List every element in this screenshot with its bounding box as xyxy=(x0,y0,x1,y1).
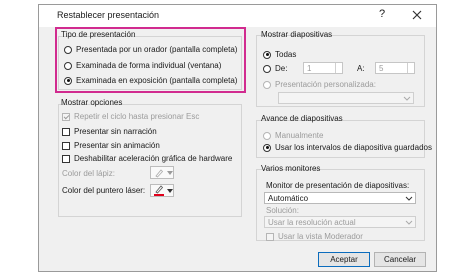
show-options-title: Mostrar opciones xyxy=(61,98,123,107)
dialog-title: Restablecer presentación xyxy=(57,10,160,20)
pen-icon xyxy=(155,169,164,178)
title-bar: Restablecer presentación ? xyxy=(39,5,436,27)
custom-show-select[interactable] xyxy=(278,92,414,104)
resolution-value: Usar la resolución actual xyxy=(268,218,356,227)
radio-saved-timings[interactable]: Usar los intervalos de diapositiva guard… xyxy=(263,143,432,152)
close-icon[interactable] xyxy=(409,7,425,23)
radio-button[interactable] xyxy=(263,80,271,89)
from-slide-value: 1 xyxy=(307,64,312,73)
checkbox[interactable] xyxy=(62,112,70,121)
monitor-label: Monitor de presentación de diapositivas: xyxy=(266,181,410,190)
spinner-arrows[interactable] xyxy=(407,63,414,73)
radio-label: De: xyxy=(275,64,288,73)
radio-button[interactable] xyxy=(263,64,271,73)
radio-label: Usar los intervalos de diapositiva guard… xyxy=(275,143,432,152)
radio-manual[interactable]: Manualmente xyxy=(263,131,323,140)
dropdown-arrow-icon xyxy=(167,189,173,193)
advance-slides-title: Avance de diapositivas xyxy=(261,114,343,123)
checkbox[interactable] xyxy=(62,154,70,163)
radio-label: Todas xyxy=(275,50,297,59)
pointer-color-button[interactable] xyxy=(150,184,174,197)
pointer-color-swatch xyxy=(154,194,164,196)
chevron-down-icon xyxy=(405,196,413,201)
checkbox-label: Usar la vista Moderador xyxy=(278,232,363,241)
spinner-arrows[interactable] xyxy=(335,63,342,73)
check-disable-hw-accel[interactable]: Deshabilitar aceleración gráfica de hard… xyxy=(62,154,232,163)
pen-color-button[interactable] xyxy=(150,166,174,179)
radio-label: Manualmente xyxy=(275,131,324,140)
pen-color-label: Color del lápiz: xyxy=(62,169,115,178)
radio-button[interactable] xyxy=(263,143,271,152)
resolution-label: Solución: xyxy=(266,206,299,215)
resolution-select[interactable]: Usar la resolución actual xyxy=(264,216,416,228)
checkbox[interactable] xyxy=(62,127,70,136)
checkbox[interactable] xyxy=(266,232,274,241)
checkbox-label: Presentar sin narración xyxy=(74,127,157,136)
dropdown-arrow-icon xyxy=(167,171,173,175)
accept-button[interactable]: Aceptar xyxy=(318,252,370,267)
chevron-down-icon xyxy=(405,220,413,225)
checkbox-label: Deshabilitar aceleración gráfica de hard… xyxy=(74,154,233,163)
radio-custom-show[interactable]: Presentación personalizada: xyxy=(263,80,376,89)
monitor-value: Automático xyxy=(268,194,309,203)
to-slide-label: A: xyxy=(357,64,365,73)
monitor-select[interactable]: Automático xyxy=(264,192,416,204)
checkbox-label: Presentar sin animación xyxy=(74,141,160,150)
checkbox-label: Repetir el ciclo hasta presionar Esc xyxy=(74,112,200,121)
check-no-animation[interactable]: Presentar sin animación xyxy=(62,141,160,150)
radio-button[interactable] xyxy=(263,131,271,140)
pointer-color-label: Color del puntero láser: xyxy=(62,186,146,195)
radio-all-slides[interactable]: Todas xyxy=(263,50,296,59)
highlight-frame xyxy=(55,27,246,93)
chevron-down-icon xyxy=(403,96,411,101)
monitors-group xyxy=(256,169,425,241)
radio-label: Presentación personalizada: xyxy=(275,80,376,89)
monitors-title: Varios monitores xyxy=(261,164,321,173)
help-button[interactable]: ? xyxy=(379,8,385,20)
cancel-button[interactable]: Cancelar xyxy=(374,252,426,267)
from-slide-spinner[interactable]: 1 xyxy=(303,62,343,74)
checkbox[interactable] xyxy=(62,141,70,150)
check-presenter-view[interactable]: Usar la vista Moderador xyxy=(266,232,363,241)
radio-button[interactable] xyxy=(263,50,271,59)
check-loop-until-esc[interactable]: Repetir el ciclo hasta presionar Esc xyxy=(62,112,199,121)
to-slide-value: 5 xyxy=(379,64,384,73)
radio-from-slide[interactable]: De: xyxy=(263,64,287,73)
to-slide-spinner[interactable]: 5 xyxy=(375,62,415,74)
show-slides-title: Mostrar diapositivas xyxy=(261,30,333,39)
check-no-narration[interactable]: Presentar sin narración xyxy=(62,127,157,136)
